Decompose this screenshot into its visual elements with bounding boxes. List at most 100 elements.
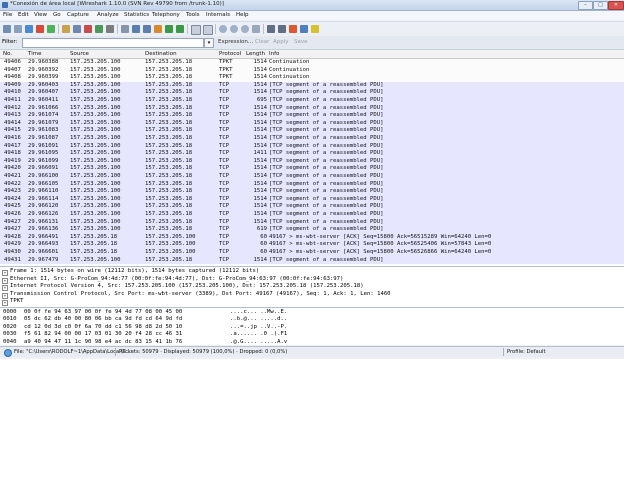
- menu-analyze[interactable]: Analyze: [97, 12, 119, 18]
- filter-save-button[interactable]: Save: [294, 39, 308, 45]
- expert-info-icon[interactable]: [4, 349, 12, 357]
- coloring-rules-icon[interactable]: [289, 25, 297, 33]
- table-row[interactable]: 49425 29.966120 157.253.205.100 157.253.205…: [0, 203, 624, 211]
- packet-details-pane[interactable]: + Frame 1: 1514 bytes on wire (12112 bits…: [0, 267, 624, 308]
- zoom-normal-icon[interactable]: [241, 25, 249, 33]
- filter-apply-button[interactable]: Apply: [273, 39, 289, 45]
- table-row[interactable]: 49412 29.961066 157.253.205.100 157.253.205…: [0, 104, 624, 113]
- maximize-button[interactable]: □: [593, 1, 608, 10]
- table-row[interactable]: 49422 29.966105 157.253.205.100 157.253.205…: [0, 180, 624, 189]
- auto-scroll-icon[interactable]: [203, 25, 213, 35]
- menu-view[interactable]: View: [34, 12, 47, 18]
- table-row[interactable]: 49421 29.966100 157.253.205.100 157.253.205…: [0, 173, 624, 181]
- menu-help[interactable]: Help: [236, 12, 249, 18]
- options-icon[interactable]: [14, 25, 22, 33]
- menu-internals[interactable]: Internals: [206, 12, 230, 18]
- menu-tools[interactable]: Tools: [186, 12, 200, 18]
- zoom-in-icon[interactable]: [219, 25, 227, 33]
- detail-row[interactable]: + Ethernet II, Src: G-ProCom_94:4d:77 (00…: [0, 276, 624, 284]
- table-row[interactable]: 49411 29.960411 157.253.205.100 157.253.205…: [0, 97, 624, 105]
- table-row[interactable]: 49418 29.961095 157.253.205.100 157.253.205…: [0, 150, 624, 158]
- table-row[interactable]: 49430 29.966601 157.253.205.18 157.253.205.…: [0, 249, 624, 257]
- restart-capture-icon[interactable]: [47, 25, 55, 33]
- first-packet-icon[interactable]: [165, 25, 173, 33]
- byte-row[interactable]: 0040 a9 40 94 47 11 1c 90 98 e4 ac dc 83 …: [0, 339, 624, 345]
- filter-dropdown-icon[interactable]: ▾: [204, 38, 214, 48]
- zoom-out-icon[interactable]: [230, 25, 238, 33]
- open-file-icon[interactable]: [62, 25, 70, 33]
- table-row[interactable]: 49426 29.966126 157.253.205.100 157.253.205…: [0, 211, 624, 219]
- table-row[interactable]: 49414 29.961079 157.253.205.100 157.253.205…: [0, 119, 624, 128]
- reload-icon[interactable]: [95, 25, 103, 33]
- packet-time: 29.966110: [28, 188, 59, 195]
- filter-clear-button[interactable]: Clear: [255, 39, 269, 45]
- table-row[interactable]: 49419 29.961099 157.253.205.100 157.253.205…: [0, 157, 624, 166]
- filter-expression-button[interactable]: Expression...: [218, 39, 253, 45]
- column-header-info[interactable]: Info: [269, 51, 279, 57]
- column-header-no[interactable]: No.: [3, 51, 12, 57]
- capture-filters-icon[interactable]: [267, 25, 275, 33]
- byte-row[interactable]: 0020 cd 12 0d 3d c0 0f 6a 70 dd c1 56 98 …: [0, 324, 624, 331]
- stop-capture-icon[interactable]: [36, 25, 44, 33]
- table-row[interactable]: 49413 29.961074 157.253.205.100 157.253.205…: [0, 112, 624, 120]
- detail-row[interactable]: + Frame 1: 1514 bytes on wire (12112 bits…: [0, 268, 624, 276]
- table-row[interactable]: 49427 29.966131 157.253.205.100 157.253.205…: [0, 218, 624, 227]
- go-forward-icon[interactable]: [143, 25, 151, 33]
- table-row[interactable]: 49416 29.961087 157.253.205.100 157.253.205…: [0, 135, 624, 143]
- byte-row[interactable]: 0030 f5 61 82 94 00 00 17 03 01 30 20 f4 …: [0, 331, 624, 338]
- close-button[interactable]: ✕: [608, 1, 624, 10]
- close-file-icon[interactable]: [84, 25, 92, 33]
- go-to-packet-icon[interactable]: [154, 25, 162, 33]
- table-row[interactable]: 49409 29.960403 157.253.205.100 157.253.205…: [0, 81, 624, 90]
- column-header-source[interactable]: Source: [70, 51, 89, 57]
- start-capture-icon[interactable]: [25, 25, 33, 33]
- byte-row[interactable]: 0010 05 dc 62 db 40 00 80 06 bb ca 9d fd …: [0, 316, 624, 323]
- table-row[interactable]: 49420 29.966091 157.253.205.100 157.253.205…: [0, 165, 624, 173]
- column-header-destination[interactable]: Destination: [145, 51, 177, 57]
- table-row[interactable]: 49406 29.960388 157.253.205.100 157.253.205…: [0, 59, 624, 67]
- menu-statistics[interactable]: Statistics: [124, 12, 149, 18]
- go-back-icon[interactable]: [132, 25, 140, 33]
- table-row[interactable]: 49408 29.960399 157.253.205.100 157.253.205…: [0, 74, 624, 82]
- menu-file[interactable]: File: [3, 12, 12, 18]
- packet-number: 49421: [4, 173, 21, 179]
- packet-bytes-pane[interactable]: 0000 00 0f fe 94 63 97 00 0f fe 94 4d 77 …: [0, 308, 624, 345]
- save-file-icon[interactable]: [73, 25, 81, 33]
- minimize-button[interactable]: –: [578, 1, 593, 10]
- detail-row[interactable]: + Transmission Control Protocol, Src Port…: [0, 291, 624, 299]
- byte-row[interactable]: 0000 00 0f fe 94 63 97 00 0f fe 94 4d 77 …: [0, 309, 624, 316]
- detail-row[interactable]: + TPKT: [0, 298, 624, 307]
- print-icon[interactable]: [106, 25, 114, 33]
- menu-telephony[interactable]: Telephony: [152, 12, 180, 18]
- table-row[interactable]: 49410 29.960407 157.253.205.100 157.253.205…: [0, 89, 624, 97]
- menu-edit[interactable]: Edit: [18, 12, 29, 18]
- table-row[interactable]: 49417 29.961091 157.253.205.100 157.253.205…: [0, 142, 624, 151]
- table-row[interactable]: 49424 29.966114 157.253.205.100 157.253.205…: [0, 195, 624, 204]
- packet-list[interactable]: No. Time Source Destination Protocol Len…: [0, 50, 624, 267]
- column-header-length[interactable]: Length: [246, 51, 265, 57]
- table-row[interactable]: 49407 29.960392 157.253.205.100 157.253.205…: [0, 66, 624, 75]
- preferences-icon[interactable]: [300, 25, 308, 33]
- expand-icon[interactable]: +: [2, 300, 8, 307]
- table-row[interactable]: 49428 29.966491 157.253.205.18 157.253.205.…: [0, 233, 624, 242]
- table-row[interactable]: 49429 29.966493 157.253.205.18 157.253.205.…: [0, 241, 624, 249]
- display-filters-icon[interactable]: [278, 25, 286, 33]
- interfaces-icon[interactable]: [3, 25, 11, 33]
- table-row[interactable]: 49427 29.966136 157.253.205.100 157.253.205…: [0, 226, 624, 234]
- column-header-protocol[interactable]: Protocol: [219, 51, 241, 57]
- colorize-icon[interactable]: [191, 25, 201, 35]
- menu-capture[interactable]: Capture: [67, 12, 89, 18]
- detail-row[interactable]: + Internet Protocol Version 4, Src: 157.2…: [0, 283, 624, 292]
- column-header-time[interactable]: Time: [28, 51, 41, 57]
- table-row[interactable]: 49423 29.966110 157.253.205.100 157.253.205…: [0, 188, 624, 196]
- status-profile[interactable]: Profile: Default: [507, 349, 545, 355]
- packet-time: 29.961074: [28, 112, 59, 119]
- filter-input[interactable]: [22, 38, 204, 48]
- table-row[interactable]: 49415 29.961083 157.253.205.100 157.253.205…: [0, 127, 624, 135]
- resize-columns-icon[interactable]: [252, 25, 260, 33]
- table-row[interactable]: 49431 29.967479 157.253.205.100 157.253.205…: [0, 256, 624, 265]
- menu-go[interactable]: Go: [53, 12, 61, 18]
- find-packet-icon[interactable]: [121, 25, 129, 33]
- help-icon[interactable]: [311, 25, 319, 33]
- last-packet-icon[interactable]: [176, 25, 184, 33]
